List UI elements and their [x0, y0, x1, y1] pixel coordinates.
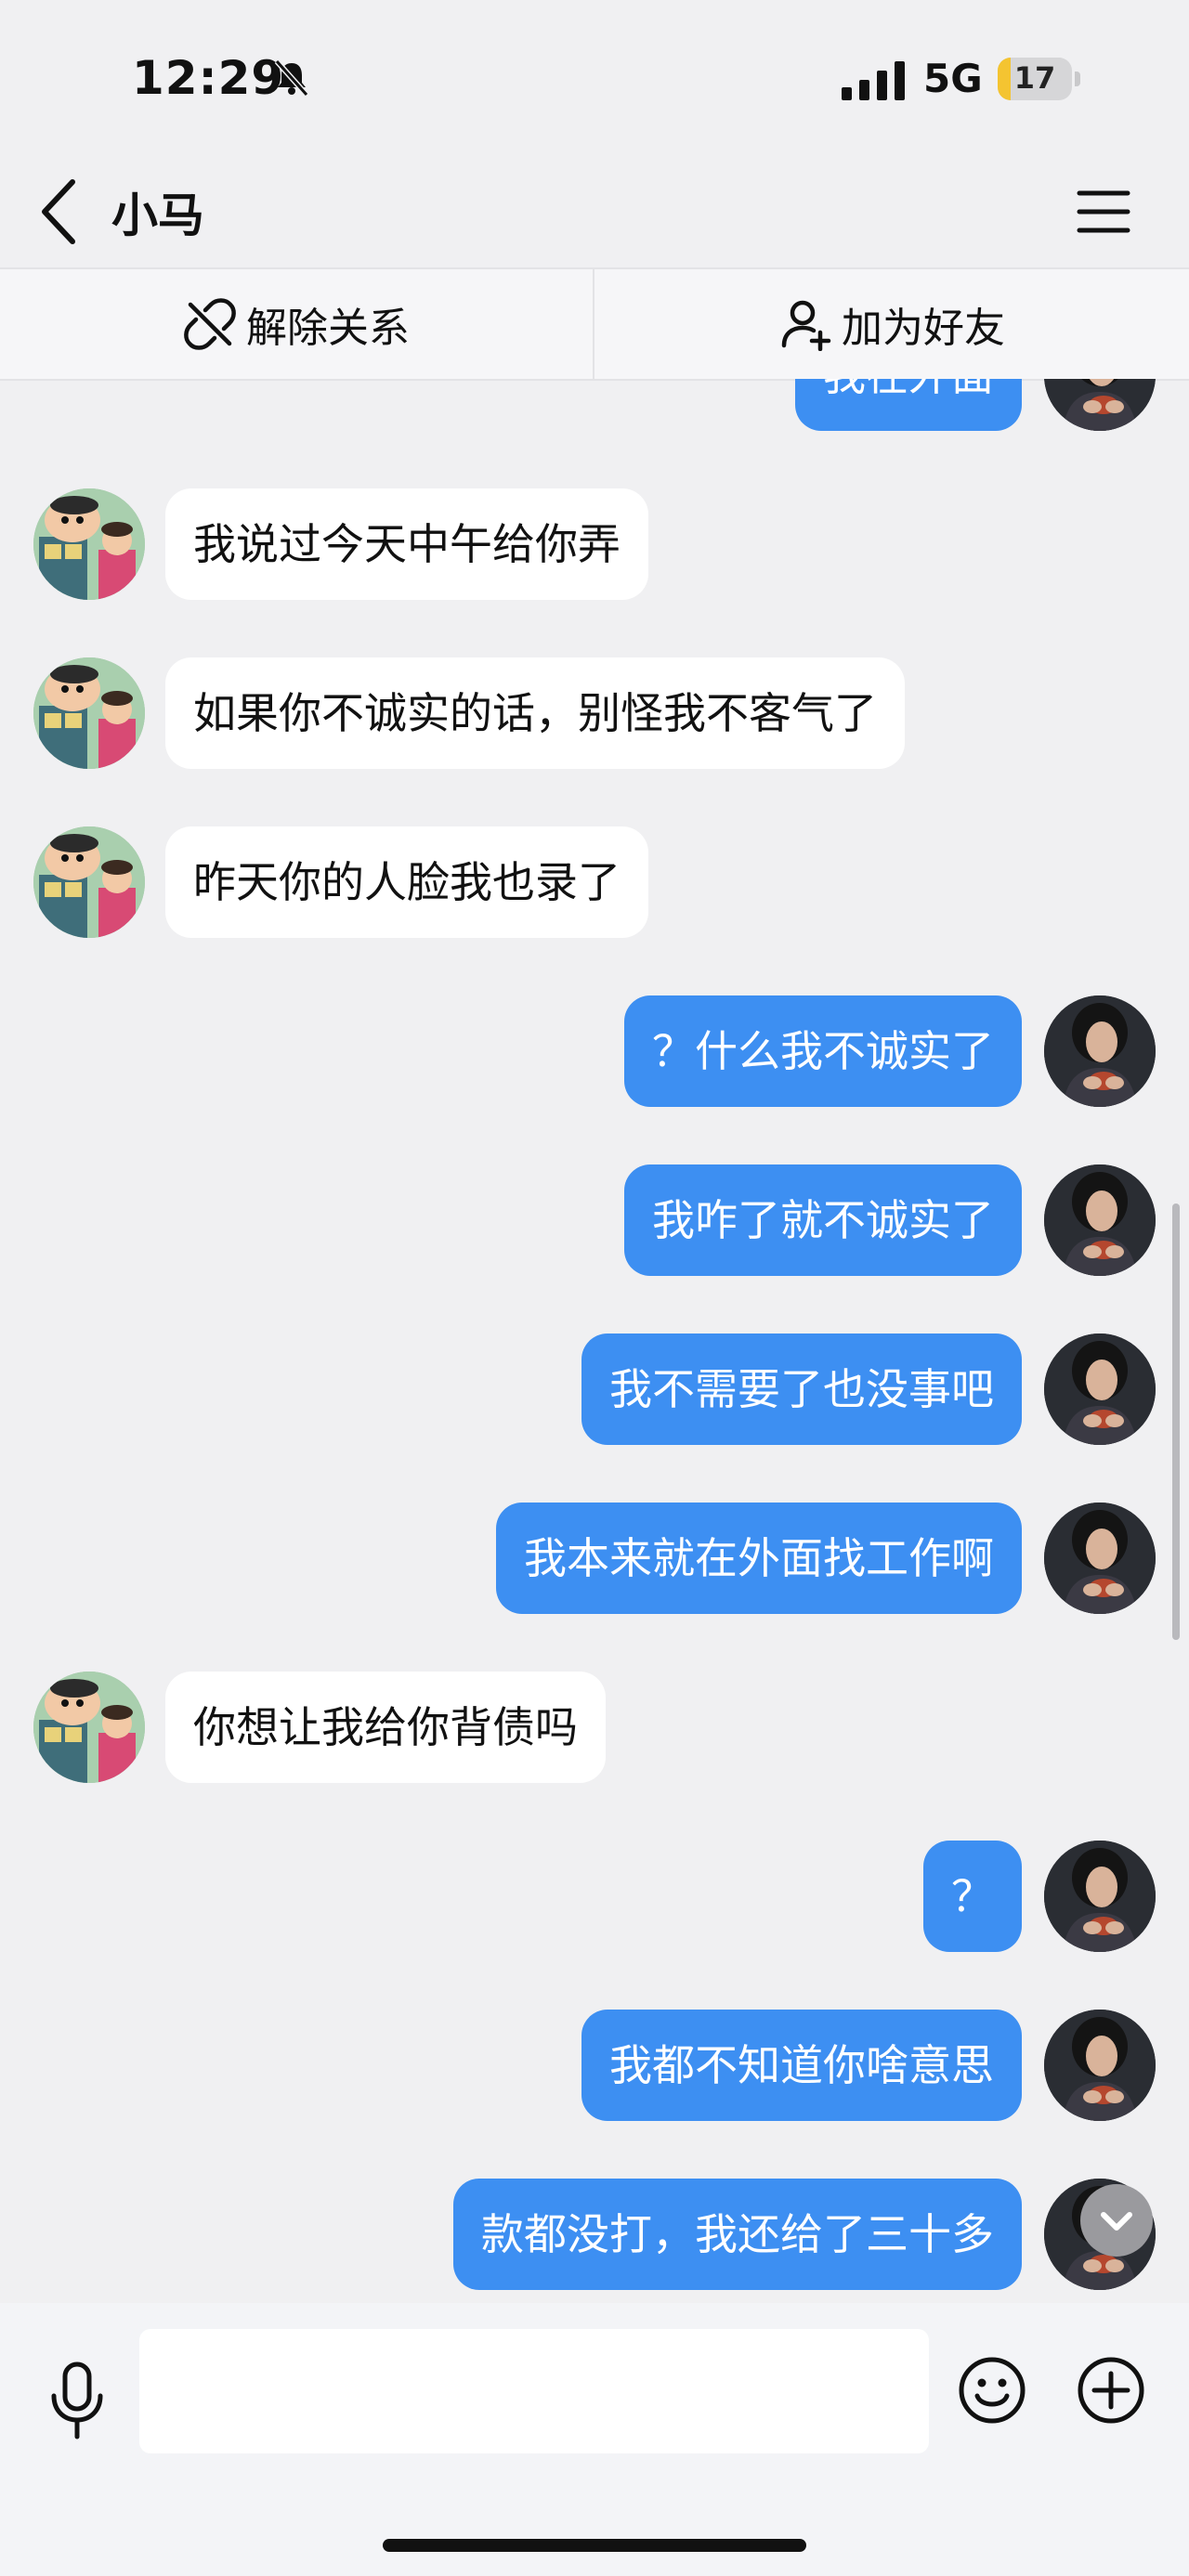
message-list[interactable]: 款都没打，我还给了三十多 我都不知道你啥意思 ？ 你想让我给你背债吗 我本来就在外面找工… — [0, 379, 1189, 2303]
contact-avatar[interactable] — [33, 826, 145, 938]
battery-level: 17 — [1013, 60, 1056, 96]
add-user-icon — [781, 300, 831, 351]
outgoing-message: ？ — [0, 1841, 1189, 1952]
my-avatar[interactable] — [1044, 1164, 1156, 1276]
scrollbar[interactable] — [1172, 1203, 1180, 1640]
chevron-down-icon — [1101, 2212, 1132, 2231]
home-indicator — [383, 2539, 806, 2552]
back-icon[interactable] — [35, 175, 84, 249]
emoji-icon[interactable] — [957, 2355, 1027, 2426]
my-avatar[interactable] — [1044, 1841, 1156, 1952]
remove-relation-button[interactable]: 解除关系 — [0, 269, 594, 379]
message-input[interactable] — [139, 2329, 929, 2453]
outgoing-message: 款都没打，我还给了三十多 — [0, 2179, 1189, 2290]
message-bubble[interactable]: 款都没打，我还给了三十多 — [453, 2179, 1022, 2290]
message-bubble[interactable]: ？ — [923, 1841, 1022, 1952]
unlink-icon — [184, 298, 236, 350]
message-bubble[interactable]: 我本来就在外面找工作啊 — [496, 1503, 1022, 1614]
outgoing-message: 我不需要了也没事吧 — [0, 1334, 1189, 1445]
outgoing-message: 我咋了就不诚实了 — [0, 1164, 1189, 1276]
menu-icon[interactable] — [1076, 184, 1131, 240]
message-bubble[interactable]: 我在外面 — [795, 379, 1022, 431]
add-friend-button[interactable]: 加为好友 — [594, 269, 1189, 379]
contact-avatar[interactable] — [33, 1672, 145, 1783]
battery-icon: 17 — [998, 58, 1081, 100]
chat-title: 小马 — [111, 189, 204, 242]
message-bubble[interactable]: 昨天你的人脸我也录了 — [165, 826, 648, 938]
message-bubble[interactable]: ？什么我不诚实了 — [624, 995, 1022, 1107]
my-avatar[interactable] — [1044, 1503, 1156, 1614]
relation-action-bar: 解除关系 加为好友 — [0, 267, 1189, 381]
scroll-to-bottom-button[interactable] — [1080, 2184, 1153, 2257]
outgoing-message: 我本来就在外面找工作啊 — [0, 1503, 1189, 1614]
incoming-message: 你想让我给你背债吗 — [0, 1672, 1189, 1783]
microphone-icon[interactable] — [46, 2359, 108, 2442]
message-bubble[interactable]: 我咋了就不诚实了 — [624, 1164, 1022, 1276]
remove-relation-label: 解除关系 — [246, 305, 410, 352]
status-bar: 12:29 5G 17 — [0, 0, 1189, 158]
contact-avatar[interactable] — [33, 657, 145, 769]
message-bubble[interactable]: 你想让我给你背债吗 — [165, 1672, 606, 1783]
status-time: 12:29 — [132, 51, 285, 105]
outgoing-message: ？什么我不诚实了 — [0, 995, 1189, 1107]
incoming-message: 如果你不诚实的话，别怪我不客气了 — [0, 657, 1189, 769]
incoming-message: 昨天你的人脸我也录了 — [0, 826, 1189, 938]
network-label: 5G — [923, 56, 983, 101]
outgoing-message: 我都不知道你啥意思 — [0, 2010, 1189, 2121]
my-avatar[interactable] — [1044, 1334, 1156, 1445]
bell-muted-icon — [274, 59, 309, 97]
contact-avatar[interactable] — [33, 488, 145, 600]
nav-bar: 小马 — [0, 158, 1189, 267]
my-avatar[interactable] — [1044, 379, 1156, 431]
message-bubble[interactable]: 如果你不诚实的话，别怪我不客气了 — [165, 657, 905, 769]
my-avatar[interactable] — [1044, 2010, 1156, 2121]
message-bubble[interactable]: 我不需要了也没事吧 — [581, 1334, 1022, 1445]
message-bubble[interactable]: 我都不知道你啥意思 — [581, 2010, 1022, 2121]
plus-icon[interactable] — [1076, 2355, 1146, 2426]
outgoing-message: 我在外面 — [0, 379, 1189, 431]
input-bar — [0, 2303, 1189, 2576]
message-bubble[interactable]: 我说过今天中午给你弄 — [165, 488, 648, 600]
signal-icon — [842, 61, 905, 100]
incoming-message: 我说过今天中午给你弄 — [0, 488, 1189, 600]
my-avatar[interactable] — [1044, 995, 1156, 1107]
add-friend-label: 加为好友 — [842, 305, 1005, 352]
